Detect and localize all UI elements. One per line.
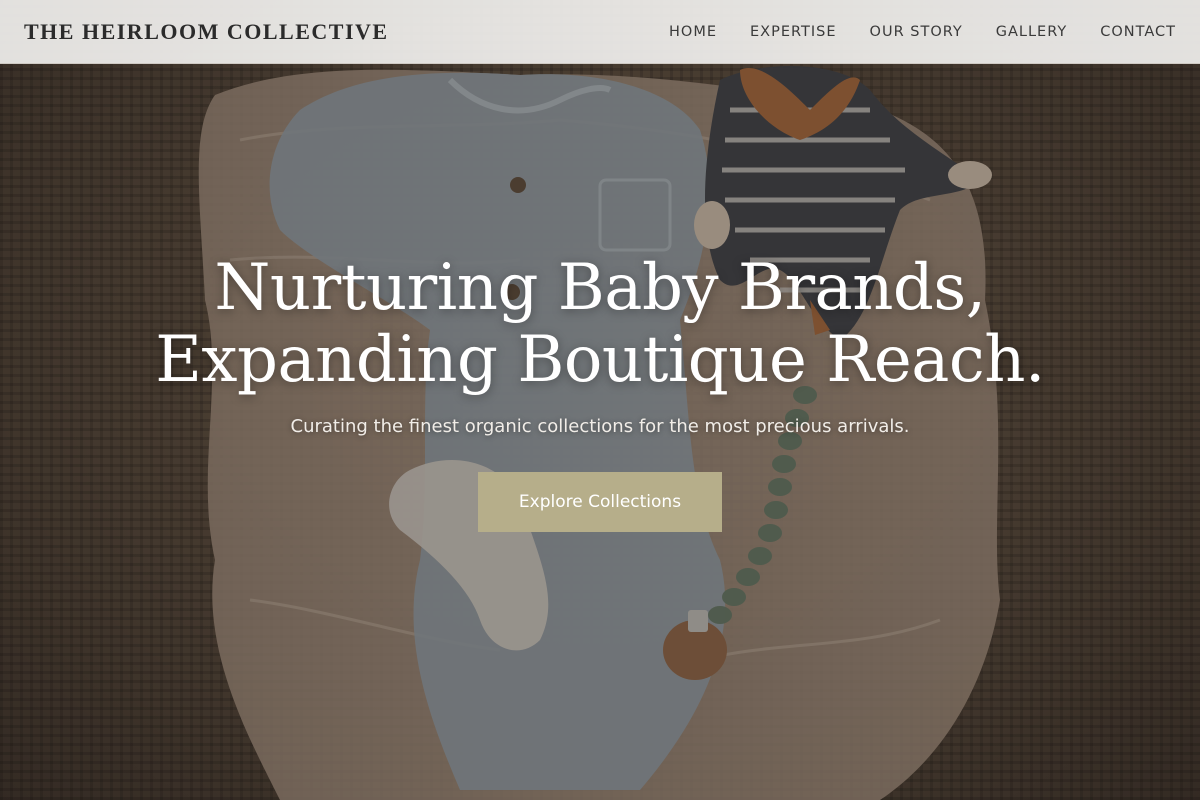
nav-home-link[interactable]: HOME (669, 24, 717, 40)
nav-gallery-link[interactable]: GALLERY (996, 24, 1067, 40)
main-nav: HOME EXPERTISE OUR STORY GALLERY CONTACT (669, 24, 1176, 40)
hero-content: Nurturing Baby Brands, Expanding Boutiqu… (0, 252, 1200, 532)
hero-subtitle: Curating the finest organic collections … (290, 416, 910, 437)
site-header: THE HEIRLOOM COLLECTIVE HOME EXPERTISE O… (0, 0, 1200, 64)
nav-our-story-link[interactable]: OUR STORY (870, 24, 963, 40)
hero-title-line-1: Nurturing Baby Brands, (214, 251, 986, 325)
hero-title-line-2: Expanding Boutique Reach. (155, 323, 1045, 397)
explore-collections-button[interactable]: Explore Collections (478, 472, 722, 532)
nav-expertise-link[interactable]: EXPERTISE (750, 24, 837, 40)
hero-title: Nurturing Baby Brands, Expanding Boutiqu… (0, 252, 1200, 396)
site-logo[interactable]: THE HEIRLOOM COLLECTIVE (24, 19, 389, 45)
nav-contact-link[interactable]: CONTACT (1100, 24, 1176, 40)
